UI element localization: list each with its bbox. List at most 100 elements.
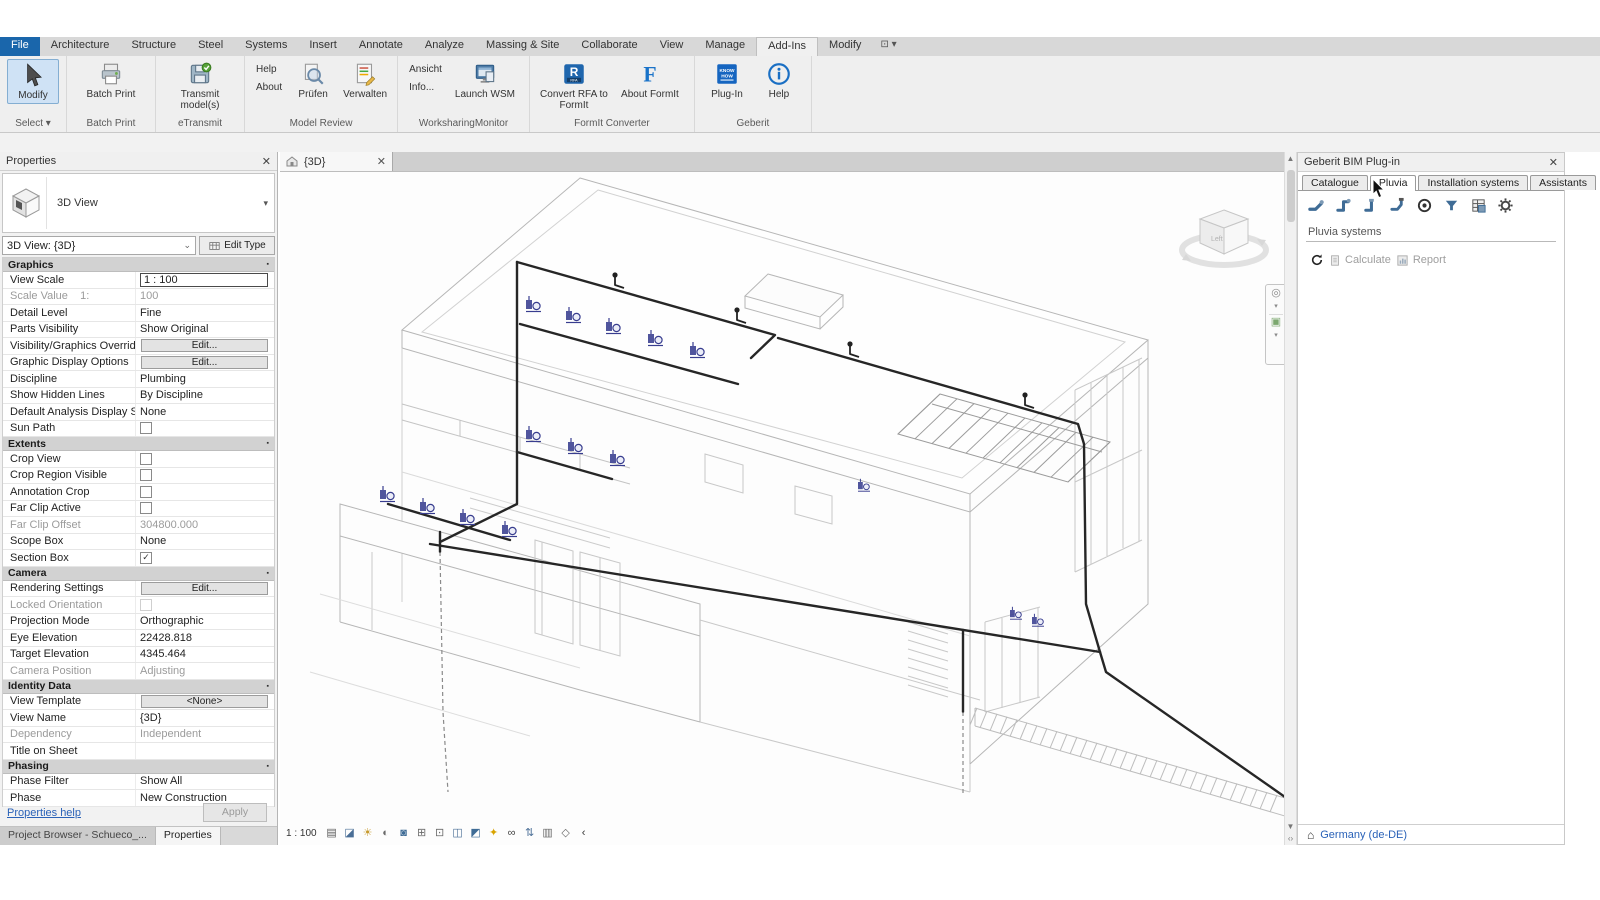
glasses-icon[interactable]: ∞	[505, 826, 519, 840]
ribbon-tab-modify[interactable]: Modify	[818, 37, 872, 56]
visual-style-icon[interactable]: ◪	[343, 826, 357, 840]
viewcube[interactable]: Left	[1178, 196, 1270, 284]
checkbox-sun-path[interactable]	[140, 422, 152, 434]
detail-level-icon[interactable]: ▤	[325, 826, 339, 840]
ribbon-display-toggle-icon[interactable]: ⊡ ▾	[872, 37, 904, 56]
panel-tab-project-browser-schueco[interactable]: Project Browser - Schueco_...	[0, 827, 156, 845]
ribbon-tab-structure[interactable]: Structure	[120, 37, 187, 56]
value-text[interactable]: Orthographic	[140, 615, 204, 627]
pipe-branch-icon[interactable]	[1362, 197, 1379, 214]
geberit-tab-installation-systems[interactable]: Installation systems	[1418, 175, 1528, 190]
type-selector[interactable]: 3D View ▾	[2, 173, 275, 233]
section-collapse-icon[interactable]: ▪	[267, 440, 269, 447]
crop-region-icon[interactable]: ⊡	[433, 826, 447, 840]
pipe-bend-90-icon[interactable]	[1335, 197, 1352, 214]
view-scale-label[interactable]: 1 : 100	[286, 828, 317, 839]
checkbox-crop-region-visible[interactable]	[140, 469, 152, 481]
sun-path-icon[interactable]: ☀	[361, 826, 375, 840]
value-text[interactable]: New Construction	[140, 792, 227, 804]
ribbon-tab-systems[interactable]: Systems	[234, 37, 298, 56]
value-input[interactable]: 1 : 100	[140, 273, 268, 287]
calculation-table-icon[interactable]	[1470, 197, 1487, 214]
scroll-up-icon[interactable]: ▲	[1285, 154, 1296, 163]
ribbon-button-info[interactable]: Info...	[409, 82, 442, 93]
geberit-tab-catalogue[interactable]: Catalogue	[1302, 175, 1368, 190]
worksharing-display-icon[interactable]: ⇅	[523, 826, 537, 840]
zoom-tool-icon[interactable]: ▣	[1271, 317, 1281, 328]
chevron-down-icon[interactable]: ▾	[1274, 301, 1278, 312]
ribbon-tab-insert[interactable]: Insert	[298, 37, 348, 56]
chevron-down-icon[interactable]: ▾	[1274, 330, 1278, 341]
scroll-corner-icon[interactable]: ‹›	[1285, 834, 1296, 843]
ribbon-button-help[interactable]: Help	[256, 64, 282, 75]
pipe-settings-icon[interactable]	[1497, 197, 1514, 214]
ribbon-tab-view[interactable]: View	[649, 37, 695, 56]
edit-button[interactable]: Edit...	[141, 582, 268, 595]
section-collapse-icon[interactable]: ▪	[267, 570, 269, 577]
value-text[interactable]: None	[140, 406, 166, 418]
value-text[interactable]: 304800.000	[140, 519, 198, 531]
section-collapse-icon[interactable]: ▪	[267, 763, 269, 770]
ribbon-tab-collaborate[interactable]: Collaborate	[570, 37, 648, 56]
ribbon-button-launch-wsm[interactable]: Launch WSM	[448, 59, 522, 102]
value-text[interactable]: Show Original	[140, 323, 208, 335]
ribbon-button-convert-rfa-to-formit[interactable]: RRFAConvert RFA to FormIt	[537, 59, 611, 113]
ribbon-button-plug-in[interactable]: KNOWHOWPlug-In	[702, 59, 752, 102]
ribbon-button-pr-fen[interactable]: Prüfen	[288, 59, 338, 102]
hide-isolate-icon[interactable]: ◩	[469, 826, 483, 840]
chevron-down-icon[interactable]: ▾	[263, 198, 274, 209]
value-text[interactable]: {3D}	[140, 712, 161, 724]
ribbon-tab-analyze[interactable]: Analyze	[414, 37, 475, 56]
temp-view-properties-icon[interactable]: ▥	[541, 826, 555, 840]
ribbon-button-modify[interactable]: Modify	[7, 59, 59, 104]
tab-scroll-left-icon[interactable]: ‹	[577, 826, 591, 840]
close-icon[interactable]: ✕	[1549, 156, 1558, 169]
scroll-down-icon[interactable]: ▼	[1285, 822, 1296, 831]
rendering-dialog-icon[interactable]: ◙	[397, 826, 411, 840]
value-text[interactable]: 100	[140, 290, 158, 302]
section-header-camera[interactable]: Camera▪	[3, 567, 274, 581]
roof-drain-icon[interactable]	[1416, 197, 1433, 214]
locale-link[interactable]: Germany (de-DE)	[1320, 829, 1407, 841]
ribbon-tab-add-ins[interactable]: Add-Ins	[756, 37, 818, 56]
checkbox-crop-view[interactable]	[140, 453, 152, 465]
ribbon-button-ansicht[interactable]: Ansicht	[409, 64, 442, 75]
ribbon-button-help[interactable]: Help	[754, 59, 804, 102]
ribbon-button-verwalten[interactable]: Verwalten	[340, 59, 390, 102]
reveal-hidden-icon[interactable]: ✦	[487, 826, 501, 840]
value-text[interactable]: 22428.818	[140, 632, 192, 644]
checkbox-annotation-crop[interactable]	[140, 486, 152, 498]
close-icon[interactable]: ✕	[377, 155, 386, 168]
displacement-icon[interactable]: ◇	[559, 826, 573, 840]
ribbon-tab-annotate[interactable]: Annotate	[348, 37, 414, 56]
canvas-scrollbar[interactable]: ▲ ▼ ‹›	[1284, 152, 1297, 845]
ribbon-button-about-formit[interactable]: FAbout FormIt	[613, 59, 687, 102]
properties-help-link[interactable]: Properties help	[7, 807, 81, 819]
edit-button[interactable]: Edit...	[141, 356, 268, 369]
checkbox-far-clip-active[interactable]	[140, 502, 152, 514]
close-icon[interactable]: ✕	[262, 155, 271, 168]
value-text[interactable]: By Discipline	[140, 389, 203, 401]
checkbox-section-box[interactable]: ✓	[140, 552, 152, 564]
panel-tab-properties[interactable]: Properties	[156, 827, 221, 845]
ribbon-button-batch-print[interactable]: Batch Print	[74, 59, 148, 102]
refresh-icon[interactable]	[1310, 253, 1324, 267]
view-tab-3d[interactable]: {3D} ✕	[280, 152, 393, 171]
section-header-phasing[interactable]: Phasing▪	[3, 760, 274, 774]
section-collapse-icon[interactable]: ▪	[267, 683, 269, 690]
value-text[interactable]: Fine	[140, 307, 161, 319]
drawing-area[interactable]: {3D} ✕	[280, 152, 1284, 845]
value-text[interactable]: None	[140, 535, 166, 547]
ribbon-tab-architecture[interactable]: Architecture	[40, 37, 121, 56]
ribbon-tab-massing-site[interactable]: Massing & Site	[475, 37, 570, 56]
geberit-tab-assistants[interactable]: Assistants	[1530, 175, 1596, 190]
value-text[interactable]: 4345.464	[140, 648, 186, 660]
edit-type-button[interactable]: Edit Type	[199, 236, 275, 255]
steering-wheel-icon[interactable]: ◎	[1271, 288, 1281, 299]
shadows-icon[interactable]: ◐	[379, 826, 393, 840]
ribbon-tab-steel[interactable]: Steel	[187, 37, 234, 56]
ribbon-tab-manage[interactable]: Manage	[694, 37, 756, 56]
value-text[interactable]: Adjusting	[140, 665, 185, 677]
section-header-graphics[interactable]: Graphics▪	[3, 258, 274, 272]
report-button[interactable]: Report	[1396, 254, 1446, 267]
